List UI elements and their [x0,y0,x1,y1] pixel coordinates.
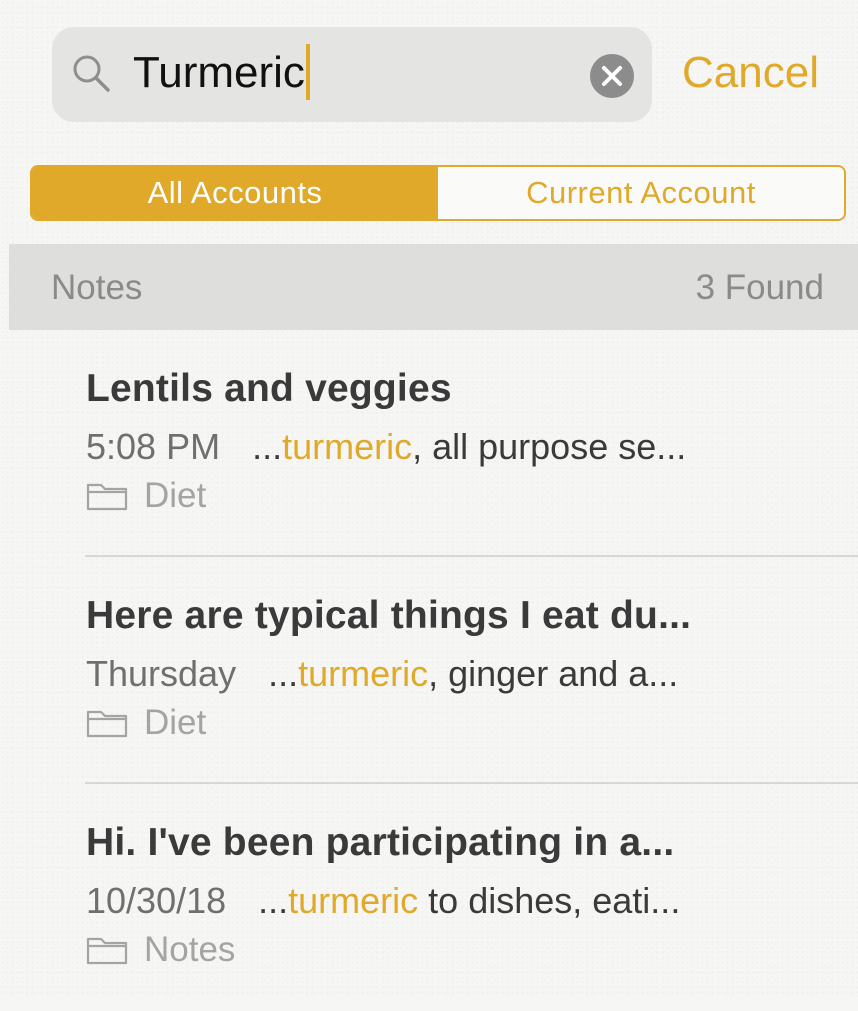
snippet-suffix: to dishes, eati... [418,880,681,921]
section-title: Notes [51,268,143,307]
list-item[interactable]: Lentils and veggies 5:08 PM ...turmeric, … [0,330,858,557]
results-count: 3 Found [695,268,824,307]
snippet-prefix: ... [252,426,283,467]
folder-icon [86,483,128,511]
note-meta: 10/30/18 ...turmeric to dishes, eati... [86,880,680,922]
note-title: Lentils and veggies [86,367,452,410]
scope-current-account[interactable]: Current Account [438,167,844,219]
note-date: Thursday [86,653,237,694]
snippet-suffix: , all purpose se... [412,426,687,467]
note-title: Hi. I've been participating in a... [86,821,675,864]
note-date: 5:08 PM [86,426,221,467]
note-meta: 5:08 PM ...turmeric, all purpose se... [86,426,686,468]
note-meta: Thursday ...turmeric, ginger and a... [86,653,678,695]
cancel-button[interactable]: Cancel [682,44,819,102]
search-icon [73,55,110,92]
search-query: Turmeric [133,48,305,97]
folder-icon [86,937,128,965]
note-date: 10/30/18 [86,880,227,921]
folder-name: Diet [144,703,207,742]
note-title: Here are typical things I eat du... [86,594,692,637]
folder-name: Notes [144,930,236,969]
clear-icon[interactable] [589,53,635,99]
folder-icon [86,710,128,738]
snippet-prefix: ... [258,880,289,921]
snippet-prefix: ... [268,653,299,694]
snippet-suffix: , ginger and a... [428,653,679,694]
snippet-match: turmeric [282,426,413,467]
snippet-match: turmeric [298,653,429,694]
text-caret [305,44,310,100]
section-header: Notes 3 Found [9,244,858,330]
list-item[interactable]: Hi. I've been participating in a... 10/3… [0,784,858,1011]
search-input[interactable]: Turmeric [133,44,310,102]
snippet-match: turmeric [288,880,419,921]
list-item[interactable]: Here are typical things I eat du... Thur… [0,557,858,784]
results-list: Lentils and veggies 5:08 PM ...turmeric, … [0,330,858,1011]
scope-all-accounts[interactable]: All Accounts [32,167,438,219]
note-folder: Diet [86,703,206,743]
scope-segmented-control: All Accounts Current Account [30,165,846,221]
note-folder: Notes [86,930,235,970]
note-folder: Diet [86,476,206,516]
folder-name: Diet [144,476,207,515]
